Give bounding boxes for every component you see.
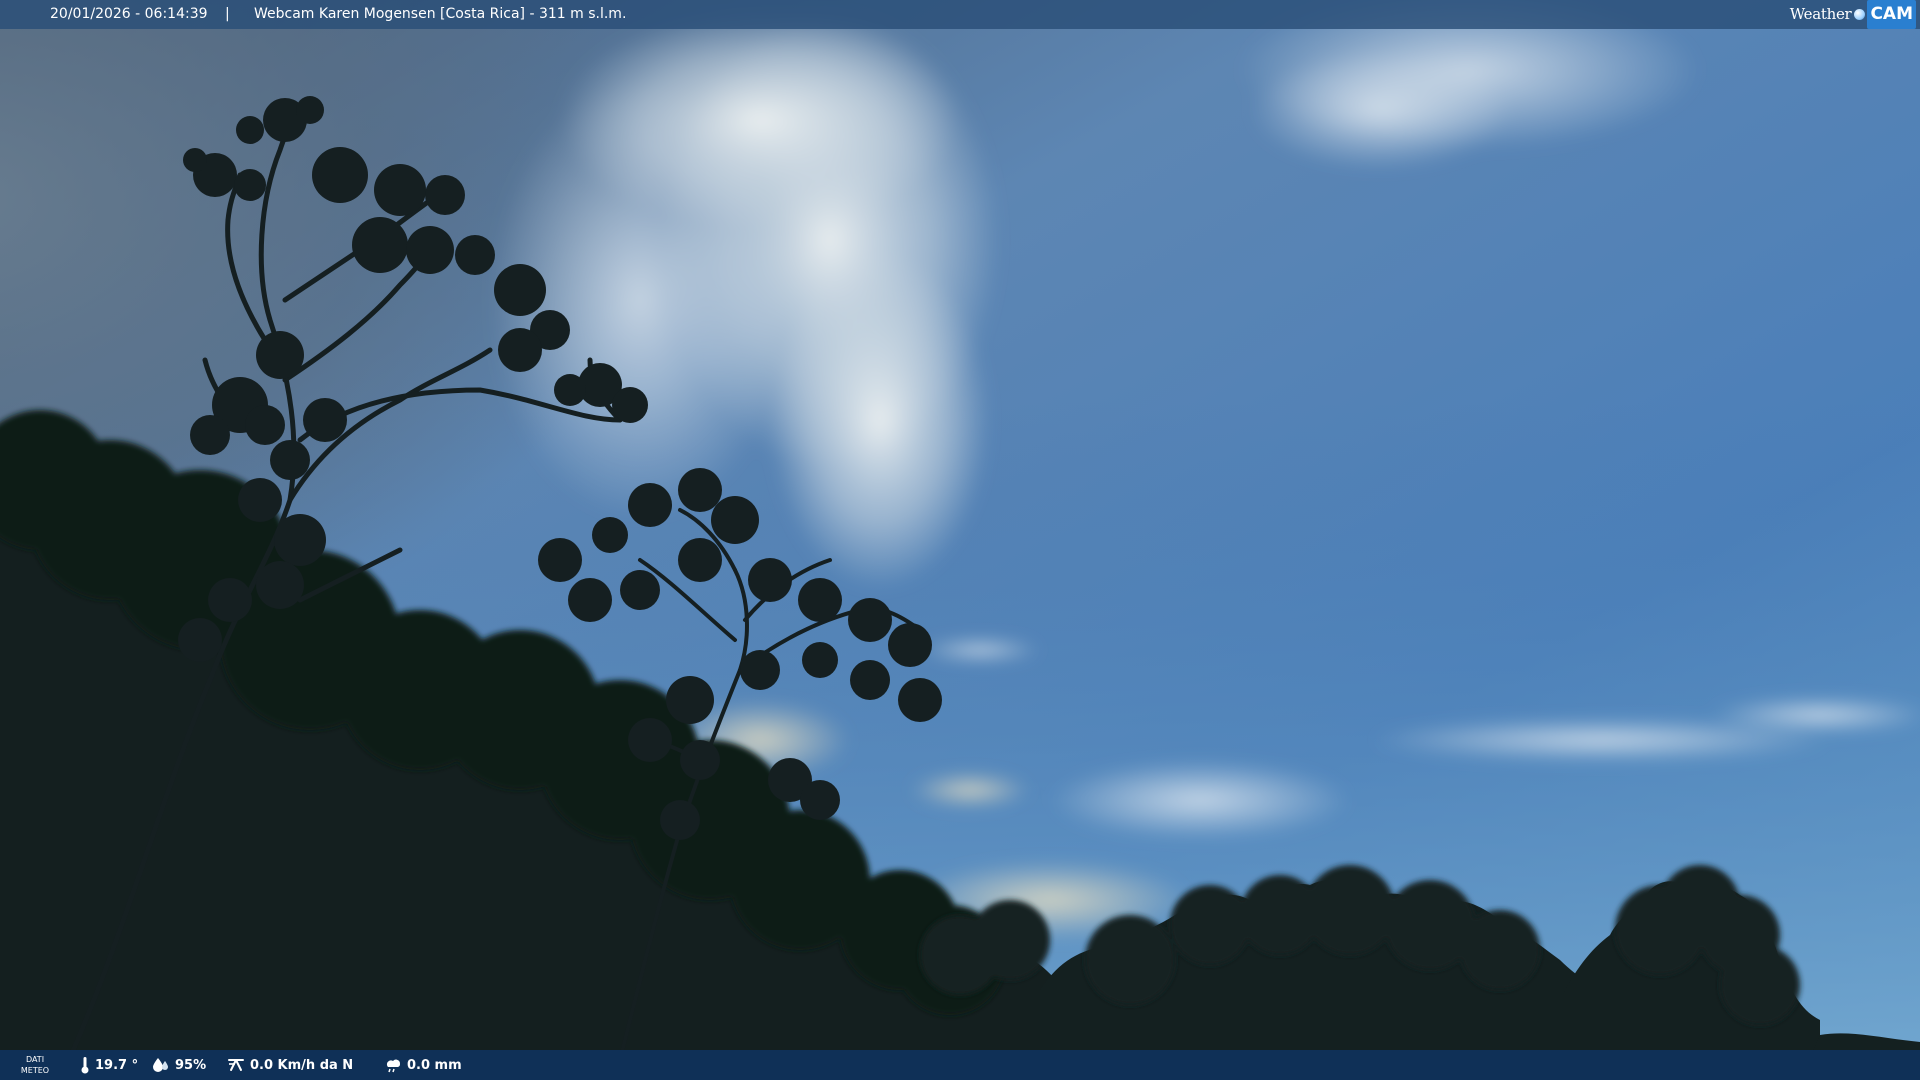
webcam-title: Webcam Karen Mogensen [Costa Rica] - 311… (254, 6, 627, 22)
weather-data-bar: DATI METEO 19.7 ° 95% 0.0 Km/h da N 0.0 … (0, 1050, 1920, 1080)
rain-cloud-icon (386, 1059, 401, 1073)
temperature-value: 19.7 ° (95, 1057, 139, 1073)
logo-globe-icon (1854, 9, 1866, 20)
temperature-reading: 19.7 ° (80, 1050, 138, 1080)
meteo-label-line2: METEO (20, 1066, 50, 1075)
wind-reading: 0.0 Km/h da N (227, 1050, 353, 1080)
humidity-value: 95% (175, 1057, 207, 1073)
dati-meteo-label: DATI METEO (18, 1054, 52, 1076)
header-bar: 20/01/2026 - 06:14:39 | Webcam Karen Mog… (0, 0, 1920, 29)
wind-value: 0.0 Km/h da N (250, 1057, 354, 1073)
weathercam-logo[interactable]: Weather CAM (1789, 0, 1916, 29)
webcam-frame: 20/01/2026 - 06:14:39 | Webcam Karen Mog… (0, 0, 1920, 1080)
meteo-label-line1: DATI (25, 1055, 45, 1064)
webcam-scene-image (0, 0, 1920, 1080)
wind-icon (228, 1059, 244, 1071)
rain-reading: 0.0 mm (384, 1050, 462, 1080)
header-separator: | (225, 6, 230, 22)
humidity-reading: 95% (152, 1050, 206, 1080)
timestamp: 20/01/2026 - 06:14:39 (50, 6, 208, 22)
thermometer-icon (81, 1057, 89, 1074)
logo-text-weather: Weather (1789, 5, 1852, 23)
humidity-drop-icon (153, 1058, 168, 1072)
rain-value: 0.0 mm (407, 1057, 462, 1073)
logo-text-cam: CAM (1867, 0, 1916, 29)
